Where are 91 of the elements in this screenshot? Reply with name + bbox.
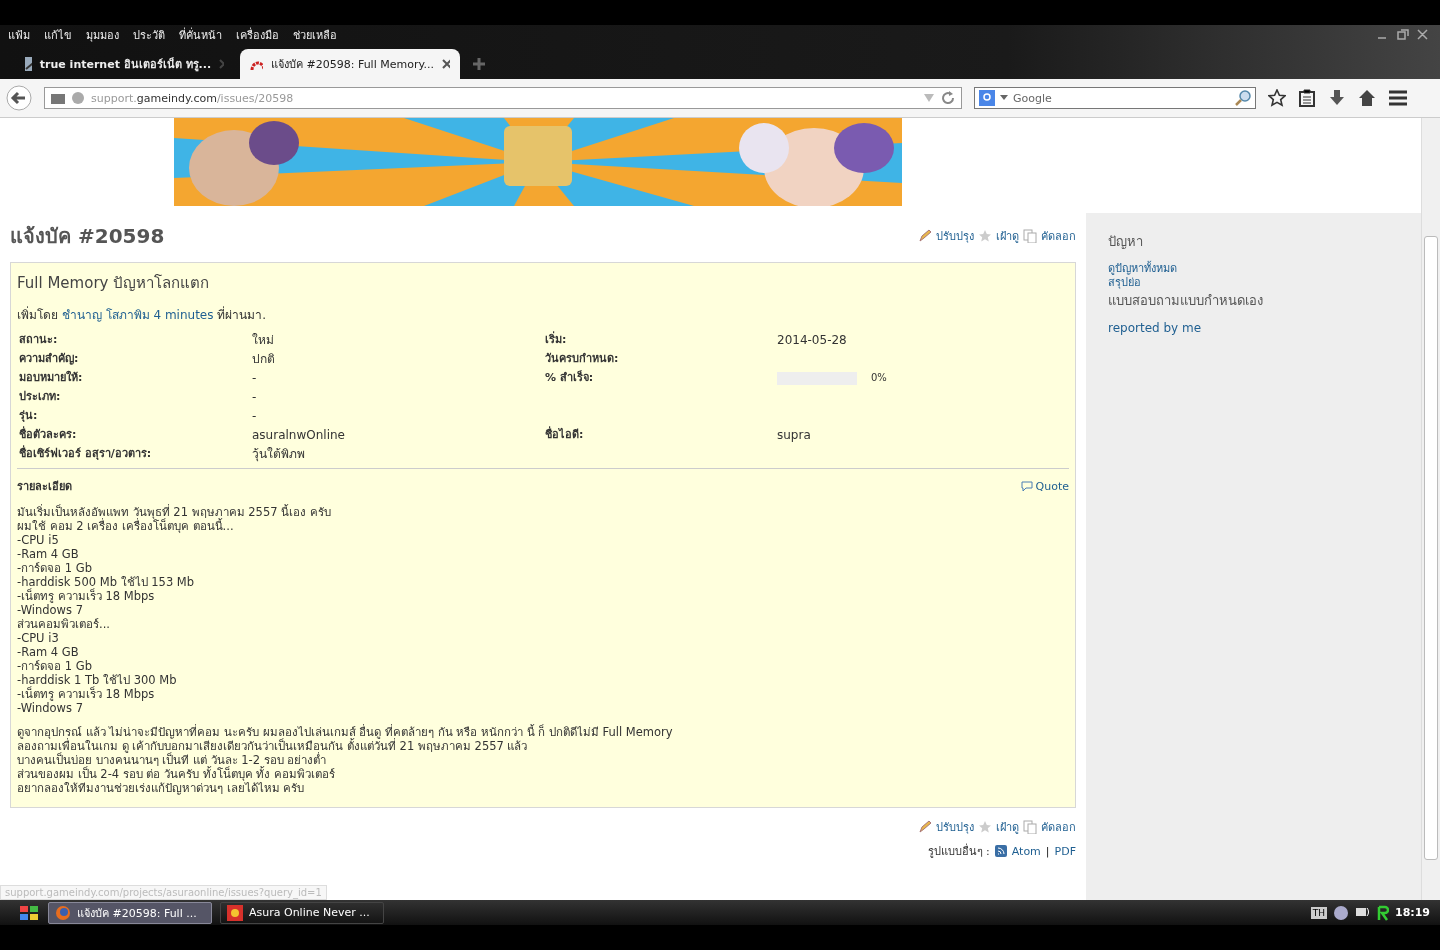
menu-item[interactable]: ประวัติ xyxy=(133,26,165,44)
section-title: รายละเอียด xyxy=(17,479,72,495)
menu-icon[interactable] xyxy=(1388,89,1408,107)
attribute-label: ชื่อตัวละคร: xyxy=(19,427,78,443)
feed-icon xyxy=(994,845,1007,857)
download-icon[interactable] xyxy=(1328,89,1346,107)
format-link[interactable]: Atom xyxy=(1011,844,1041,858)
quote-link[interactable]: Quote xyxy=(1020,479,1069,493)
attribute-value: - xyxy=(252,408,257,424)
tray-icon[interactable] xyxy=(1377,904,1389,921)
sidebar-title: แบบสอบถามแบบกำหนดเอง xyxy=(1108,292,1263,310)
attribute-value: วุ้นใต้พิภพ xyxy=(252,446,305,462)
clipboard-icon[interactable] xyxy=(1298,89,1316,107)
reload-icon[interactable] xyxy=(941,91,955,105)
action-link[interactable]: เฝ้าดู xyxy=(996,818,1019,836)
speech-bubble-icon xyxy=(1020,480,1033,492)
scrollbar[interactable] xyxy=(1421,118,1440,900)
attribute-label: เริ่ม: xyxy=(545,332,568,348)
app-icon xyxy=(227,904,243,921)
issue-subject: Full Memory ปัญหาโลกแตก xyxy=(17,273,211,294)
attribute-label: ชื่อเซิร์ฟเวอร์ อสุรา/อวตาร: xyxy=(19,446,153,462)
home-icon[interactable] xyxy=(1358,89,1376,107)
attribute-label: มอบหมายให้: xyxy=(19,370,84,386)
menu-item[interactable]: แก้ไข xyxy=(44,26,72,44)
attribute-label: ความสำคัญ: xyxy=(19,351,80,367)
browser-icon xyxy=(55,904,71,921)
address-bar[interactable]: support.gameindy.com/issues/20598 xyxy=(44,87,962,109)
tab-icon xyxy=(24,56,32,72)
author-link[interactable]: ชำนาญ โสภาพิม xyxy=(61,308,150,322)
attribute-label: สถานะ: xyxy=(19,332,59,348)
pencil-icon xyxy=(918,229,932,243)
query-link[interactable]: reported by me xyxy=(1108,321,1202,335)
format-link[interactable]: PDF xyxy=(1054,844,1076,858)
formats-label: รูปแบบอื่นๆ : xyxy=(927,842,990,860)
menu-item[interactable]: มุมมอง xyxy=(86,26,119,44)
star-icon xyxy=(978,229,992,243)
sidebar-title: ปัญหา xyxy=(1108,233,1143,251)
menu-item[interactable]: ช่วยเหลือ xyxy=(293,26,337,44)
author-label: เพิ่มโดย xyxy=(17,308,58,322)
language-indicator[interactable]: TH xyxy=(1310,906,1327,919)
attribute-value: asuralnwOnline xyxy=(252,427,345,443)
star-icon xyxy=(978,820,992,834)
attribute-value: supra xyxy=(777,427,811,443)
folder-icon xyxy=(51,92,65,104)
action-link[interactable]: ปรับปรุง xyxy=(936,227,974,245)
description-paragraph: มันเริ่มเป็นหลังอัพแพท วันพุธที่ 21 พฤษภาคม 2557 นี้เอง ครับ ผมใช้ คอม 2 เครื่อง เครื่องโน็ตบุค ตอนนี้... -CPU i5 -Ram 4 GB -การ์ดจอ 1 Gb -harddisk 500 Mb ใช้ไป 153 Mb -เน็ตทรู ความเร็ว 18 Mbps -Windows 7 ส่วนคอมพิวเตอร์... -CPU i3 -Ram 4 GB -การ์ดจอ 1 Gb -harddisk 1 Tb ใช้ไป 300 Mb -เน็ตทรู ความเร็ว 18 Mbps -Windows 7 xyxy=(17,505,332,715)
attribute-label: % สำเร็จ: xyxy=(545,370,595,386)
progress-reading: 0% xyxy=(871,371,887,385)
attribute-value: ใหม่ xyxy=(252,332,274,348)
issue-title: แจ้งบัค #20598 xyxy=(10,223,165,250)
menu-item[interactable]: ที่คั่นหน้า xyxy=(179,26,222,44)
windows-logo-icon[interactable] xyxy=(18,903,40,922)
time-link[interactable]: 4 minutes xyxy=(153,308,214,322)
action-link[interactable]: เฝ้าดู xyxy=(996,227,1019,245)
sidebar-link[interactable]: ดูปัญหาทั้งหมด xyxy=(1108,262,1177,276)
attribute-label: ชื่อไอดี: xyxy=(545,427,585,443)
description-paragraph: ดูจากอุปกรณ์ แล้ว ไม่น่าจะมีปัญหาที่คอม นะครับ ผมลองไปเล่นเกมส์ อื่นดู ที่คตล้ายๆ กัน หรือ หนักกว่า นี้ ก็ ปกติดีไม่มี Full Memory ลองถามเพื่อนในเกม ดู เค้ากับบอกมาเสียงเดียวกันว่าเป็นเหมือนกัน ตั้งแต่วันที่ 21 พฤษภาคม 2557 แล้ว บางคนเป็นบ่อย บางคนนานๆ เป็นที แต่ วันละ 1-2 รอบ อย่างต่ำ ส่วนของผม เป็น 2-4 รอบ ต่อ วันครับ ทั้งโน็ตบุค ทั้ง คอมพิวเตอร์ อยากลองให้ทีมงานช่วยเร่งแก้ปัญหาด่วนๆ เลยได้ไหม ครับ xyxy=(17,725,674,795)
taskbar-button[interactable]: Asura Online Never ... xyxy=(220,901,384,924)
attribute-value: - xyxy=(252,389,257,405)
action-link[interactable]: คัดลอก xyxy=(1041,818,1076,836)
attribute-label: วันครบกำหนด: xyxy=(545,351,620,367)
separator: | xyxy=(1045,844,1050,858)
taskbar-button[interactable]: แจ้งบัค #20598: Full ... xyxy=(48,901,212,924)
browser-tab[interactable]: true internet อินเตอร์เน็ต ทรู... xyxy=(14,49,234,79)
browser-tab[interactable]: แจ้งบัค #20598: Full Memory... xyxy=(240,49,460,79)
status-url: support.gameindy.com/projects/asuraonline/issues?query_id=1 xyxy=(0,885,327,900)
search-engine-icon[interactable] xyxy=(979,90,995,106)
attribute-label: ประเภท: xyxy=(19,389,62,405)
attribute-label: รุ่น: xyxy=(19,408,39,424)
attribute-value: - xyxy=(252,370,257,386)
attribute-value: ปกติ xyxy=(252,351,275,367)
star-icon[interactable] xyxy=(1268,89,1286,107)
scroll-thumb[interactable] xyxy=(1424,236,1438,860)
search-field[interactable]: Google xyxy=(974,87,1256,109)
sidebar-link[interactable]: สรุปย่อ xyxy=(1108,276,1141,290)
clock: 18:19 xyxy=(1395,906,1430,919)
copy-icon xyxy=(1023,229,1037,243)
search-icon[interactable] xyxy=(1235,90,1251,106)
pencil-icon xyxy=(918,820,932,834)
action-link[interactable]: คัดลอก xyxy=(1041,227,1076,245)
globe-icon xyxy=(71,91,85,105)
action-link[interactable]: ปรับปรุง xyxy=(936,818,974,836)
copy-icon xyxy=(1023,820,1037,834)
caret-icon xyxy=(1000,95,1008,101)
new-tab-icon[interactable] xyxy=(472,57,486,71)
tray-icon[interactable] xyxy=(1333,904,1349,921)
back-icon[interactable] xyxy=(6,85,32,111)
menu-item[interactable]: แฟ้ม xyxy=(8,26,30,44)
attribute-value: 2014-05-28 xyxy=(777,332,847,348)
time-suffix: ที่ผ่านมา. xyxy=(217,308,267,322)
menu-item[interactable]: เครื่องมือ xyxy=(236,26,279,44)
